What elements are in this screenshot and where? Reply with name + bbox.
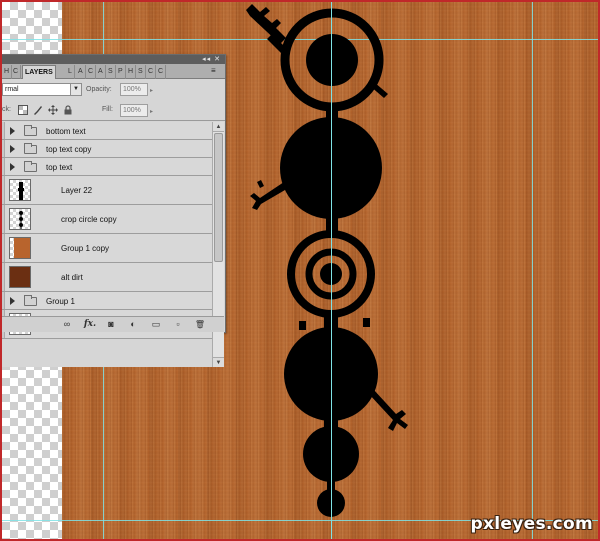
visibility-icon[interactable] bbox=[2, 234, 5, 262]
tab-channels[interactable]: C bbox=[11, 65, 22, 79]
layer-row[interactable]: crop circle copy bbox=[2, 205, 212, 234]
tab-c2[interactable]: C bbox=[146, 65, 157, 79]
tab-a[interactable]: A bbox=[76, 65, 86, 79]
tab-c[interactable]: C bbox=[86, 65, 97, 79]
adjustment-icon[interactable]: ◐ bbox=[127, 319, 139, 330]
layer-row[interactable]: top text copy bbox=[2, 140, 212, 158]
visibility-icon[interactable] bbox=[2, 122, 5, 139]
brush-icon[interactable] bbox=[33, 105, 43, 115]
layer-thumbnail bbox=[9, 237, 31, 259]
left-arm-shape bbox=[250, 182, 285, 210]
tab-layers[interactable]: LAYERS bbox=[22, 65, 56, 79]
blend-mode-select[interactable]: rmal ▼ bbox=[2, 83, 82, 96]
scroll-down-icon[interactable]: ▼ bbox=[213, 357, 224, 367]
lock-row: ck: Fill: 100% ▸ bbox=[2, 100, 225, 121]
visibility-icon[interactable] bbox=[2, 158, 5, 175]
layer-name: top text bbox=[46, 163, 73, 172]
layer-name: alt dirt bbox=[61, 273, 83, 282]
layer-row[interactable]: alt dirt bbox=[2, 263, 212, 292]
expand-triangle-icon[interactable] bbox=[10, 297, 15, 305]
folder-icon[interactable]: ▭ bbox=[150, 319, 162, 330]
blend-mode-value: rmal bbox=[5, 86, 19, 93]
link-icon[interactable]: ∞ bbox=[60, 319, 74, 330]
folder-icon bbox=[24, 125, 37, 136]
fx-icon[interactable]: fx. bbox=[82, 319, 98, 330]
move-icon[interactable] bbox=[48, 105, 58, 115]
lock-label: ck: bbox=[2, 106, 11, 113]
expand-triangle-icon[interactable] bbox=[10, 145, 15, 153]
layer-row[interactable]: Layer 22 bbox=[2, 176, 212, 205]
layer-name: top text copy bbox=[46, 145, 92, 154]
visibility-icon[interactable] bbox=[2, 140, 5, 157]
layer-name: bottom text bbox=[46, 127, 86, 136]
panel-collapse-close-controls[interactable]: ◂◂ ✕ bbox=[202, 55, 221, 64]
scroll-up-icon[interactable]: ▲ bbox=[213, 122, 224, 132]
folder-icon bbox=[24, 295, 37, 306]
layer-thumbnail bbox=[9, 266, 31, 288]
layer-row[interactable]: Group 1 bbox=[2, 292, 212, 310]
expand-triangle-icon[interactable] bbox=[10, 163, 15, 171]
blend-row: rmal ▼ Opacity: 100% ▸ bbox=[2, 79, 225, 100]
layers-panel: ◂◂ ✕ H C LAYERS L A C A S P H S C C ≡ rm… bbox=[2, 54, 226, 367]
opacity-input[interactable]: 100% bbox=[120, 83, 148, 96]
layer-thumbnail bbox=[9, 208, 31, 230]
lock-icon[interactable] bbox=[63, 105, 73, 115]
fill-label: Fill: bbox=[102, 106, 113, 113]
opacity-label: Opacity: bbox=[86, 86, 112, 93]
canvas-frame: ◂◂ ✕ H C LAYERS L A C A S P H S C C ≡ rm… bbox=[0, 0, 600, 541]
watermark: pxleyes.com bbox=[470, 514, 593, 534]
right-arm-shape bbox=[369, 390, 408, 431]
visibility-icon[interactable] bbox=[2, 263, 5, 291]
tab-p[interactable]: P bbox=[116, 65, 126, 79]
opacity-dropdown-icon[interactable]: ▸ bbox=[150, 87, 153, 94]
layer-name: Group 1 bbox=[46, 297, 75, 306]
panel-tab-row: H C LAYERS L A C A S P H S C C ≡ bbox=[2, 64, 225, 79]
lock-transparent-icon[interactable] bbox=[18, 105, 28, 115]
panel-titlebar[interactable]: ◂◂ ✕ bbox=[2, 55, 225, 64]
layer-thumbnail bbox=[9, 179, 31, 201]
tab-h[interactable]: H bbox=[126, 65, 137, 79]
visibility-icon[interactable] bbox=[2, 205, 5, 233]
folder-icon bbox=[24, 161, 37, 172]
tab-c3[interactable]: C bbox=[156, 65, 167, 79]
trash-icon[interactable]: 🗑 bbox=[194, 319, 206, 330]
layer-name: Layer 22 bbox=[61, 186, 93, 195]
panel-bottom-bar: ∞ fx. ◙ ◐ ▭ ▫ 🗑 bbox=[2, 316, 224, 332]
key-arm-shape bbox=[246, 4, 286, 53]
fill-input[interactable]: 100% bbox=[120, 104, 148, 117]
layer-row[interactable]: Group 1 copy bbox=[2, 234, 212, 263]
new-layer-icon[interactable]: ▫ bbox=[172, 319, 184, 330]
tab-a2[interactable]: A bbox=[96, 65, 106, 79]
layer-name: Group 1 copy bbox=[61, 244, 110, 253]
folder-icon bbox=[24, 143, 37, 154]
fill-dropdown-icon[interactable]: ▸ bbox=[150, 108, 153, 115]
panel-menu-icon[interactable]: ≡ bbox=[211, 66, 221, 76]
tab-s2[interactable]: S bbox=[136, 65, 146, 79]
chevron-down-icon[interactable]: ▼ bbox=[70, 84, 81, 95]
expand-triangle-icon[interactable] bbox=[10, 127, 15, 135]
layer-row[interactable]: bottom text bbox=[2, 122, 212, 140]
layer-name: crop circle copy bbox=[61, 215, 117, 224]
tab-l[interactable]: L bbox=[66, 65, 75, 79]
visibility-icon[interactable] bbox=[2, 176, 5, 204]
tab-s[interactable]: S bbox=[106, 65, 116, 79]
layer-row[interactable]: top text bbox=[2, 158, 212, 176]
scroll-thumb[interactable] bbox=[214, 133, 223, 262]
mask-icon[interactable]: ◙ bbox=[105, 319, 117, 330]
visibility-icon[interactable] bbox=[2, 292, 5, 309]
